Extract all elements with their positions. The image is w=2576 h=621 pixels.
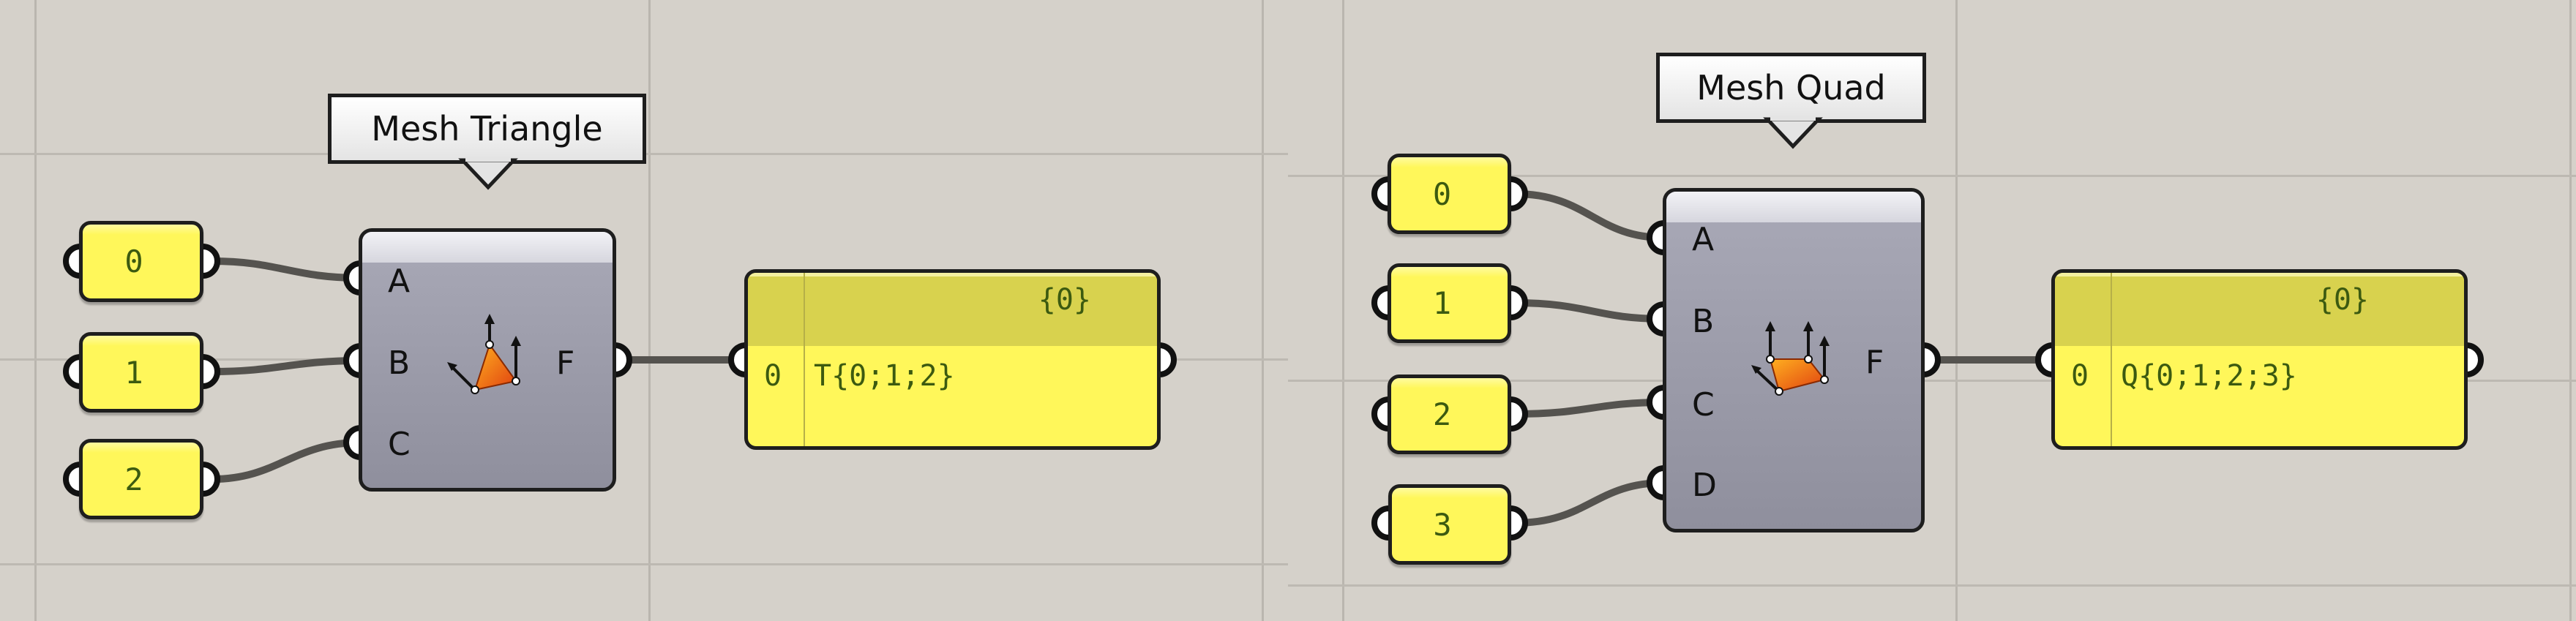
panel-row-value: T{0;1;2} — [814, 359, 955, 393]
input-label-c: C — [1692, 386, 1715, 424]
slider-value: 1 — [1432, 285, 1452, 321]
number-slider-2[interactable]: 2 — [1388, 375, 1511, 454]
panel-row-value: Q{0;1;2;3} — [2121, 359, 2297, 393]
input-label-b: B — [388, 345, 411, 382]
number-slider-0[interactable]: 0 — [1388, 154, 1511, 234]
input-label-a: A — [1692, 221, 1715, 258]
slider-value: 3 — [1433, 506, 1452, 543]
panel-header — [748, 273, 1157, 346]
mesh-quad-icon — [1751, 321, 1830, 396]
slider-value: 2 — [1432, 396, 1452, 432]
panel-header — [2055, 273, 2464, 346]
left-canvas[interactable]: Mesh Triangle 0 1 2 A B C F {0} 0 T{0;1;… — [0, 0, 1288, 621]
slider-value: 0 — [124, 244, 143, 279]
number-slider-1[interactable]: 1 — [79, 332, 203, 413]
slider-value: 0 — [1432, 176, 1452, 212]
right-canvas[interactable]: Mesh Quad 0 1 2 3 A B C D F {0} 0 Q{0;1;… — [1288, 0, 2576, 621]
panel-row-index: 0 — [764, 359, 782, 393]
number-slider-2[interactable]: 2 — [79, 439, 203, 519]
input-label-d: D — [1692, 467, 1717, 504]
mesh-triangle-icon — [447, 314, 521, 394]
panel-index-divider — [804, 273, 805, 446]
output-panel[interactable]: {0} 0 T{0;1;2} — [744, 269, 1161, 450]
slider-value: 2 — [124, 461, 143, 497]
mesh-quad-component[interactable]: A B C D F — [1663, 188, 1925, 532]
panel-path-label: {0} — [1038, 283, 1091, 317]
mesh-triangle-component[interactable]: A B C F — [359, 228, 616, 492]
output-panel[interactable]: {0} 0 Q{0;1;2;3} — [2051, 269, 2468, 450]
number-slider-0[interactable]: 0 — [79, 221, 203, 302]
input-label-a: A — [388, 263, 411, 300]
input-label-b: B — [1692, 303, 1715, 340]
number-slider-1[interactable]: 1 — [1388, 263, 1511, 343]
input-label-c: C — [388, 426, 411, 463]
slider-value: 1 — [124, 354, 143, 391]
component-header — [362, 232, 613, 263]
panel-path-label: {0} — [2315, 283, 2369, 317]
panel-index-divider — [2111, 273, 2112, 446]
panel-row-index: 0 — [2071, 359, 2089, 393]
number-slider-3[interactable]: 3 — [1388, 484, 1511, 565]
component-header — [1666, 192, 1921, 222]
output-label-f: F — [556, 345, 575, 382]
output-label-f: F — [1865, 344, 1884, 381]
